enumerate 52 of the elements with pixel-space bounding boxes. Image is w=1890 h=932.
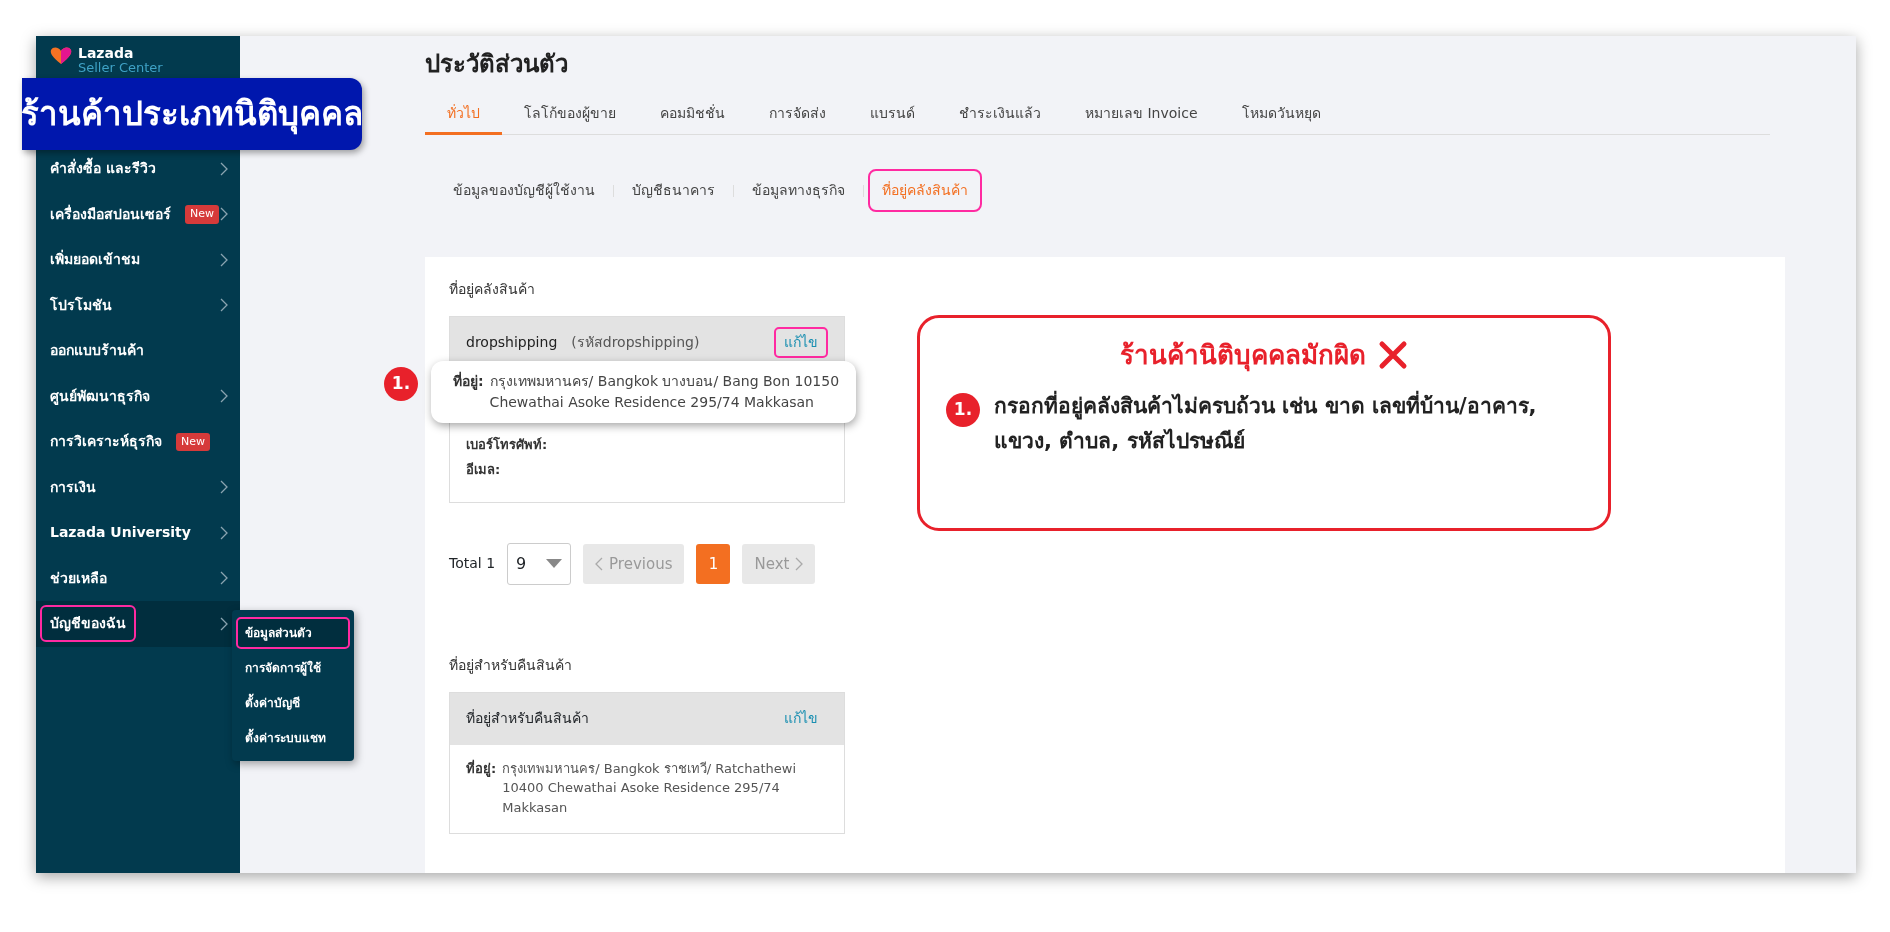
sub-tab[interactable]: ข้อมูลทางธุรกิจ bbox=[738, 169, 859, 213]
chevron-right-icon bbox=[795, 556, 804, 571]
submenu-item[interactable]: ข้อมูลส่วนตัว bbox=[236, 617, 350, 649]
tab[interactable]: แบรนด์ bbox=[848, 98, 937, 135]
field-label: เบอร์โทรศัพท์: bbox=[466, 435, 549, 454]
sidebar-item[interactable]: เพิ่มยอดเข้าชม bbox=[36, 237, 240, 283]
step-number: 1. bbox=[946, 392, 980, 427]
address-text: กรุงเทพมหานคร/ Bangkok บางบอน/ Bang Bon 10150 Chewathai Asoke Residence 295/74 Makkasan bbox=[489, 371, 840, 412]
new-badge: New bbox=[185, 205, 219, 224]
section-label: ที่อยู่สำหรับคืนสินค้า bbox=[449, 655, 573, 676]
sidebar-item[interactable]: ศูนย์พัฒนาธุรกิจ bbox=[36, 373, 240, 419]
submenu-item[interactable]: ตั้งค่าระบบแชท bbox=[236, 722, 350, 754]
tab[interactable]: โหมดวันหยุด bbox=[1219, 98, 1343, 135]
card-title: ที่อยู่สำหรับคืนสินค้า bbox=[466, 708, 589, 729]
tab[interactable]: ชำระเงินแล้ว bbox=[937, 98, 1063, 135]
chevron-left-icon bbox=[595, 556, 604, 571]
tab[interactable]: คอมมิชชั่น bbox=[638, 98, 747, 135]
submenu-item[interactable]: ตั้งค่าบัญชี bbox=[236, 687, 350, 719]
field-label: ที่อยู่: bbox=[466, 758, 497, 779]
submenu-item[interactable]: การจัดการผู้ใช้ bbox=[236, 652, 350, 684]
new-badge: New bbox=[176, 432, 210, 451]
field-label: ที่อยู่: bbox=[453, 370, 484, 392]
address-text: กรุงเทพมหานคร/ Bangkok ราชเทวี/ Ratchathewi 10400 Chewathai Asoke Residence 295/74 Makkasan bbox=[502, 759, 798, 817]
sidebar-item[interactable]: ช่วยเหลือ bbox=[36, 555, 240, 601]
sidebar-item[interactable]: ออกแบบร้านค้า bbox=[36, 328, 240, 374]
tab[interactable]: โลโก้ของผู้ขาย bbox=[502, 98, 638, 135]
field-label: อีเมล: bbox=[466, 461, 502, 480]
brand-name: Lazada bbox=[78, 46, 135, 62]
warehouse-name: dropshipping bbox=[466, 333, 558, 353]
tab[interactable]: การจัดส่ง bbox=[747, 98, 848, 135]
callout-text: กรอกที่อยู่คลังสินค้าไม่ครบถ้วน เช่น ขาด เลขที่บ้าน/อาคาร, แขวง, ตำบล, รหัสไปรษณีย์ bbox=[994, 388, 1582, 461]
sidebar-item[interactable]: บัญชีของฉัน bbox=[36, 601, 240, 647]
sidebar-item[interactable]: Lazada University bbox=[36, 510, 240, 556]
sidebar-item[interactable]: การเงิน bbox=[36, 464, 240, 510]
warehouse-code: (รหัสdropshipping) bbox=[571, 333, 700, 353]
heart-logo-icon bbox=[50, 46, 72, 66]
tab[interactable]: หมายเลข Invoice bbox=[1063, 98, 1220, 135]
callout-title: ร้านค้านิติบุคคลมักผิด bbox=[1120, 338, 1366, 374]
step-number: 1. bbox=[384, 366, 418, 401]
cross-icon bbox=[1378, 340, 1408, 371]
sidebar-item[interactable]: การวิเคราะห์ธุรกิจ New bbox=[36, 419, 240, 465]
page-size-select[interactable]: 9 bbox=[507, 542, 572, 585]
sub-tab[interactable]: บัญชีธนาคาร bbox=[618, 169, 729, 213]
sidebar-item[interactable]: เครื่องมือสปอนเซอร์ New bbox=[36, 191, 240, 237]
page-title: ประวัติส่วนตัว bbox=[425, 50, 569, 79]
sub-tab[interactable]: ข้อมูลของบัญชีผู้ใช้งาน bbox=[439, 169, 609, 213]
total-count: Total 1 bbox=[449, 554, 496, 574]
brand-tagline: Seller Center bbox=[78, 61, 163, 76]
caret-icon bbox=[546, 559, 563, 569]
sidebar-item[interactable]: โปรโมชัน bbox=[36, 282, 240, 328]
annotation-banner: ร้านค้าประเภทนิติบุคคล bbox=[22, 78, 362, 150]
section-label: ที่อยู่คลังสินค้า bbox=[449, 279, 536, 300]
